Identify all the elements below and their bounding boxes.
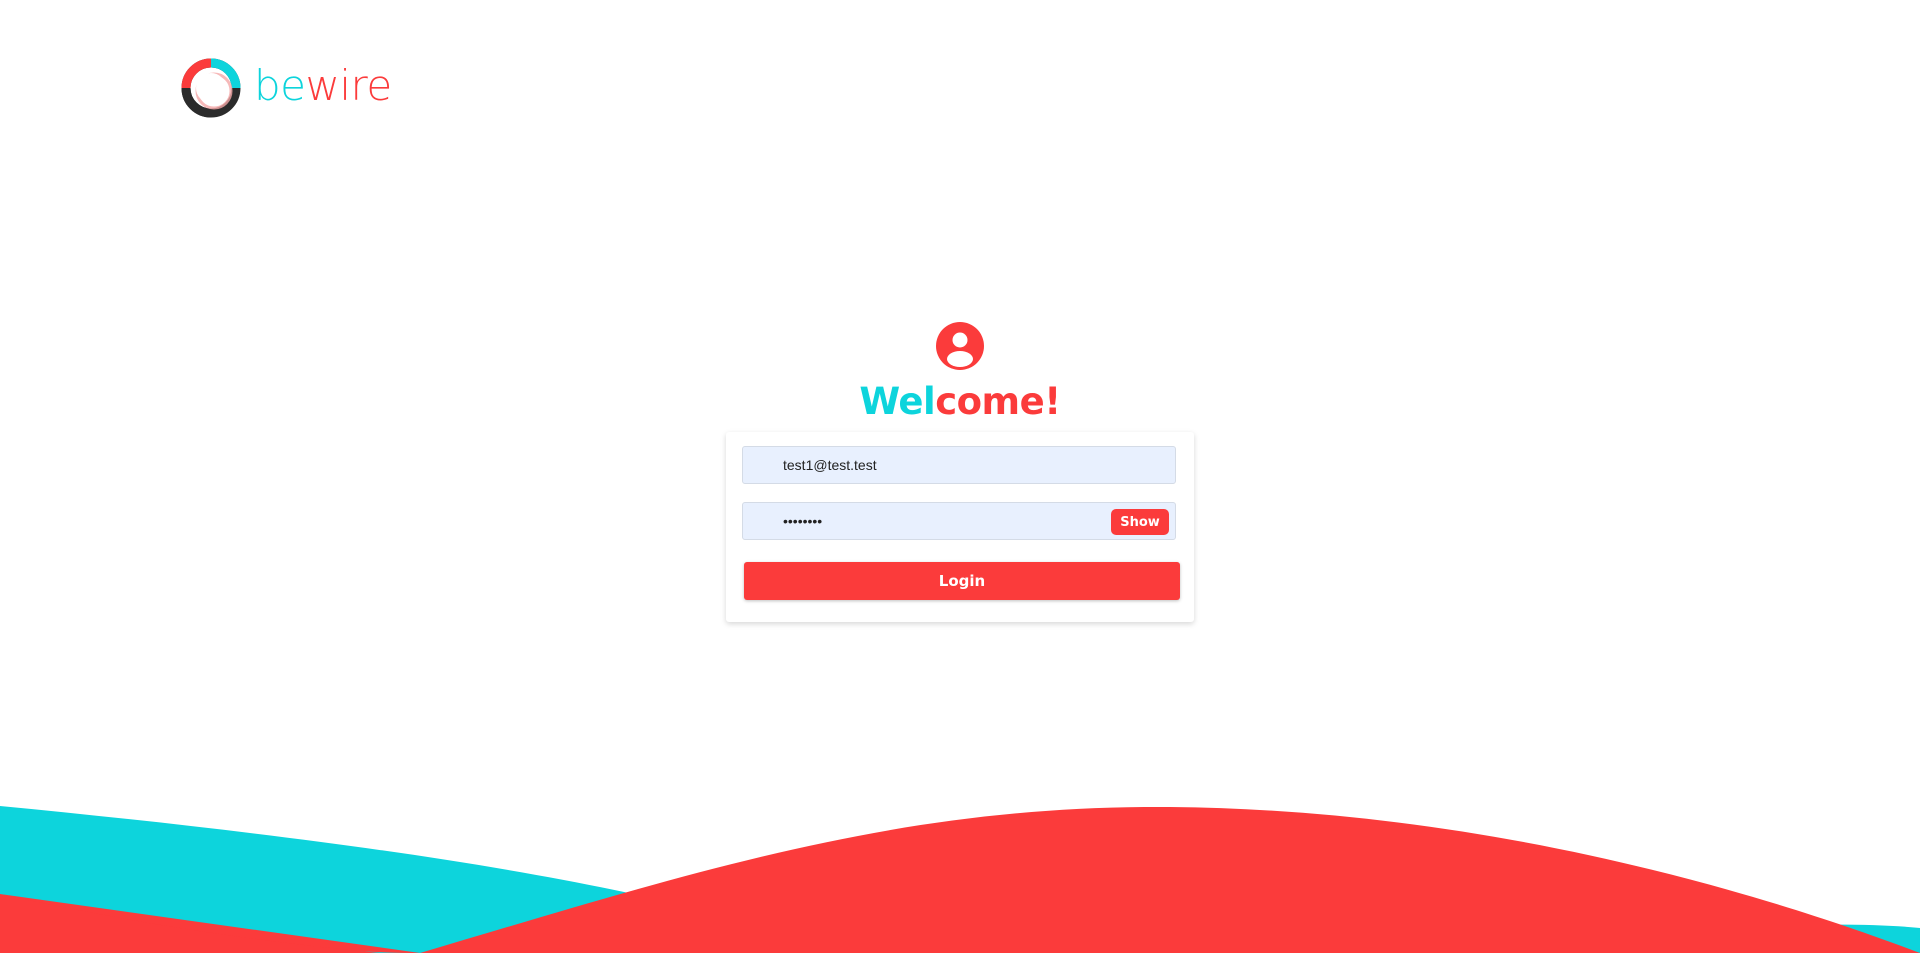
email-field-wrapper <box>742 446 1176 484</box>
welcome-part-1: Wel <box>859 380 936 423</box>
brand-name: bewire <box>254 65 392 107</box>
login-button[interactable]: Login <box>744 562 1180 600</box>
password-field-wrapper: Show <box>742 502 1176 540</box>
user-circle-icon <box>936 322 984 370</box>
login-page: bewire Welcome! Show Login <box>0 0 1920 953</box>
welcome-heading: Welcome! <box>0 378 1920 426</box>
welcome-part-2: come! <box>935 380 1061 423</box>
email-input[interactable] <box>743 447 1175 483</box>
decorative-waves <box>0 806 1920 953</box>
login-card: Show Login <box>726 432 1194 622</box>
show-password-button[interactable]: Show <box>1111 509 1169 535</box>
brand-name-wire: wire <box>305 61 393 110</box>
ring-logo-icon <box>181 58 241 118</box>
brand-name-be: be <box>254 61 306 110</box>
bewire-logo[interactable]: bewire <box>178 54 392 122</box>
